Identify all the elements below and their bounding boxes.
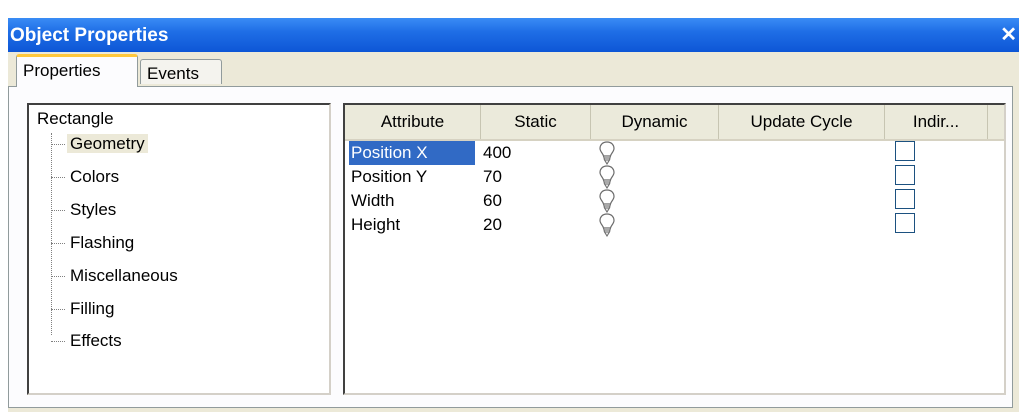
attribute-cell[interactable]: Position X: [349, 141, 475, 165]
close-icon[interactable]: ✕: [1000, 22, 1017, 47]
object-properties-window: Object Properties ✕ Properties Events Re…: [8, 18, 1019, 412]
attribute-grid: Attribute Static Dynamic Update Cycle In…: [343, 103, 1006, 395]
tab-strip: Properties Events: [8, 52, 1019, 87]
table-row[interactable]: Position X 400: [345, 141, 1004, 165]
static-value-cell[interactable]: 60: [479, 189, 583, 213]
grid-header: Attribute Static Dynamic Update Cycle In…: [345, 105, 1004, 141]
indirect-checkbox[interactable]: [895, 141, 919, 165]
column-header-indirect[interactable]: Indir...: [885, 105, 988, 139]
tab-events[interactable]: Events: [140, 59, 222, 84]
tree-item-effects[interactable]: Effects: [51, 328, 125, 354]
attribute-cell[interactable]: Width: [349, 189, 475, 213]
titlebar: Object Properties ✕: [8, 18, 1019, 52]
tree-item-colors[interactable]: Colors: [51, 164, 122, 190]
tree-item-filling[interactable]: Filling: [51, 296, 117, 322]
static-value-cell[interactable]: 70: [479, 165, 583, 189]
column-header-attribute[interactable]: Attribute: [345, 105, 481, 139]
properties-panel: Rectangle Geometry Colors Styles Flashin…: [8, 86, 1013, 408]
tree-root-rectangle[interactable]: Rectangle: [37, 109, 114, 129]
lightbulb-icon[interactable]: [599, 165, 627, 189]
tree-item-styles[interactable]: Styles: [51, 197, 119, 223]
column-header-dynamic[interactable]: Dynamic: [591, 105, 719, 139]
indirect-checkbox[interactable]: [895, 213, 919, 237]
tree-item-flashing[interactable]: Flashing: [51, 230, 137, 256]
indirect-checkbox[interactable]: [895, 165, 919, 189]
table-row[interactable]: Position Y 70: [345, 165, 1004, 189]
attribute-cell[interactable]: Height: [349, 213, 475, 237]
column-header-update-cycle[interactable]: Update Cycle: [719, 105, 885, 139]
attribute-cell[interactable]: Position Y: [349, 165, 475, 189]
lightbulb-icon[interactable]: [599, 141, 627, 165]
column-header-static[interactable]: Static: [481, 105, 591, 139]
window-title: Object Properties: [10, 25, 169, 46]
static-value-cell[interactable]: 20: [479, 213, 583, 237]
static-value-cell[interactable]: 400: [479, 141, 583, 165]
lightbulb-icon[interactable]: [599, 189, 627, 213]
tree-item-miscellaneous[interactable]: Miscellaneous: [51, 263, 181, 289]
table-row[interactable]: Width 60: [345, 189, 1004, 213]
tree-item-geometry[interactable]: Geometry: [51, 131, 148, 157]
table-row[interactable]: Height 20: [345, 213, 1004, 237]
indirect-checkbox[interactable]: [895, 189, 919, 213]
tab-properties[interactable]: Properties: [16, 54, 138, 87]
lightbulb-icon[interactable]: [599, 213, 627, 237]
property-tree[interactable]: Rectangle Geometry Colors Styles Flashin…: [27, 103, 331, 395]
